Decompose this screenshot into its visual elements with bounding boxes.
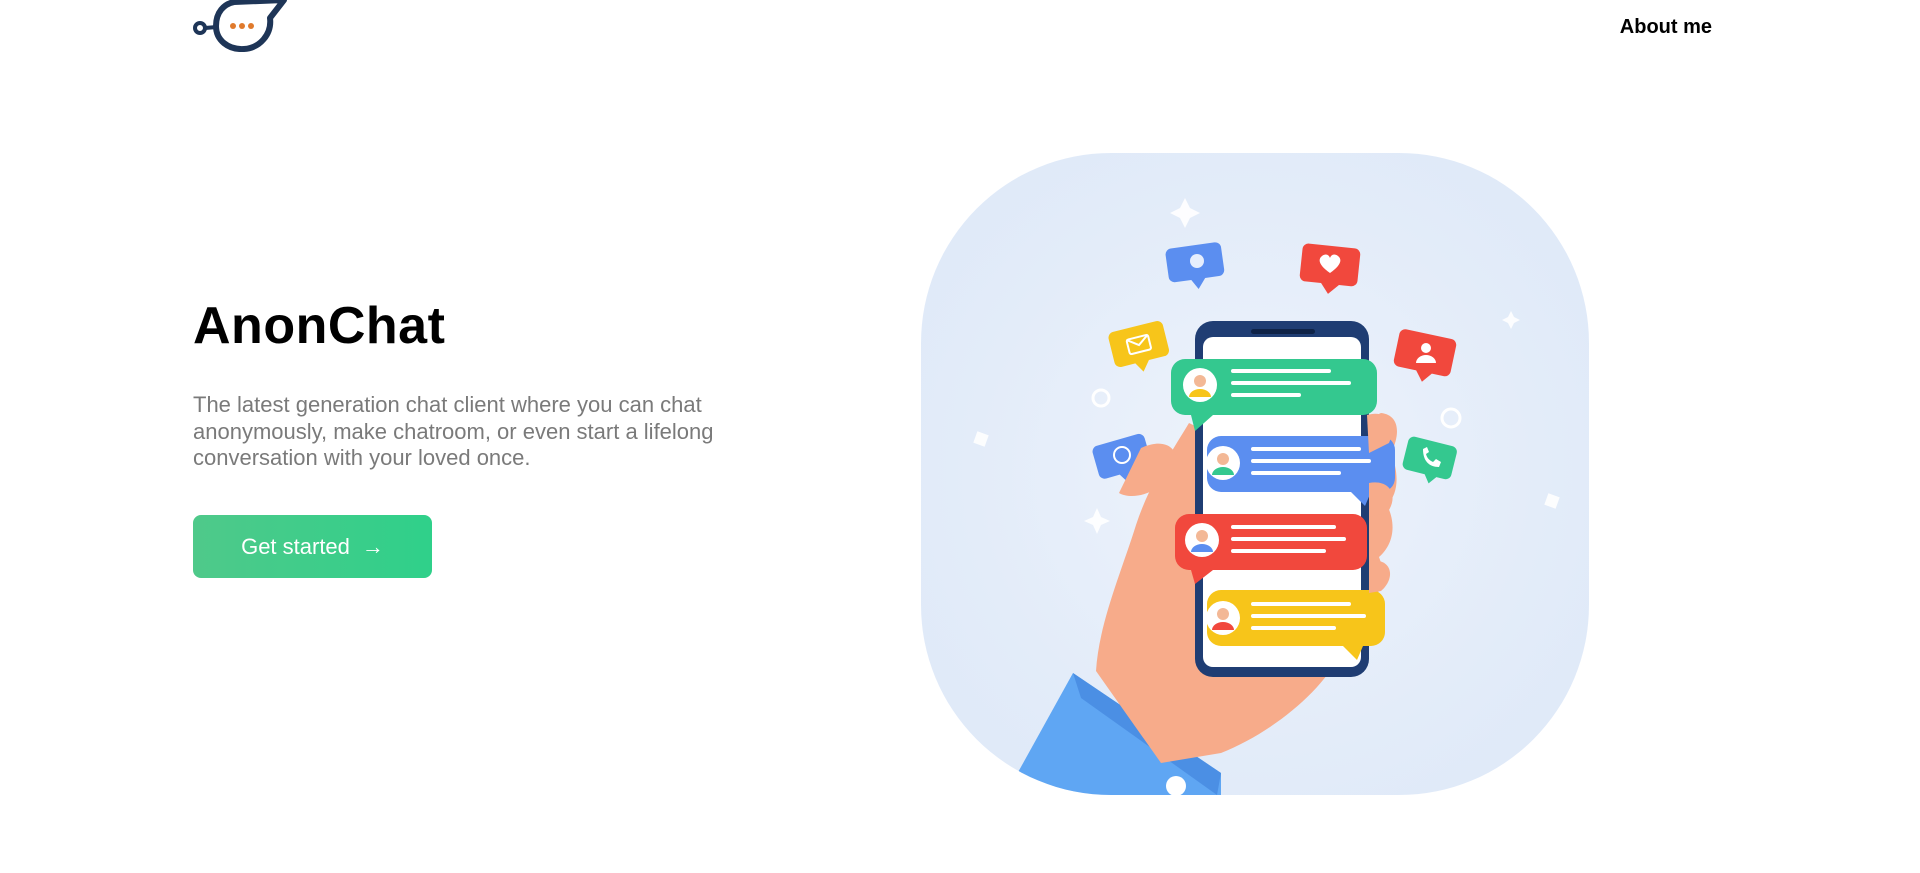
- floating-phone-icon: [1402, 436, 1457, 484]
- arrow-right-icon: →: [361, 533, 384, 559]
- get-started-label: Get started: [241, 533, 350, 559]
- hero-description: The latest generation chat client where …: [193, 392, 714, 470]
- whistle-logo-icon: [193, 0, 287, 53]
- hand-phone-chat-illustration: [973, 198, 1560, 795]
- page-title: AnonChat: [193, 297, 446, 355]
- about-me-link[interactable]: About me: [1620, 16, 1712, 39]
- top-navbar: About me: [0, 0, 1920, 60]
- logo-home-link[interactable]: [192, 0, 288, 53]
- hero-text: AnonChat The latest generation chat clie…: [193, 296, 753, 472]
- floating-message-icon: [1165, 242, 1225, 290]
- hero-illustration: [921, 153, 1589, 795]
- floating-mail-icon: [1108, 321, 1169, 372]
- get-started-button[interactable]: Get started →: [193, 515, 432, 578]
- floating-heart-icon: [1299, 243, 1361, 294]
- floating-user-icon: [1393, 329, 1457, 382]
